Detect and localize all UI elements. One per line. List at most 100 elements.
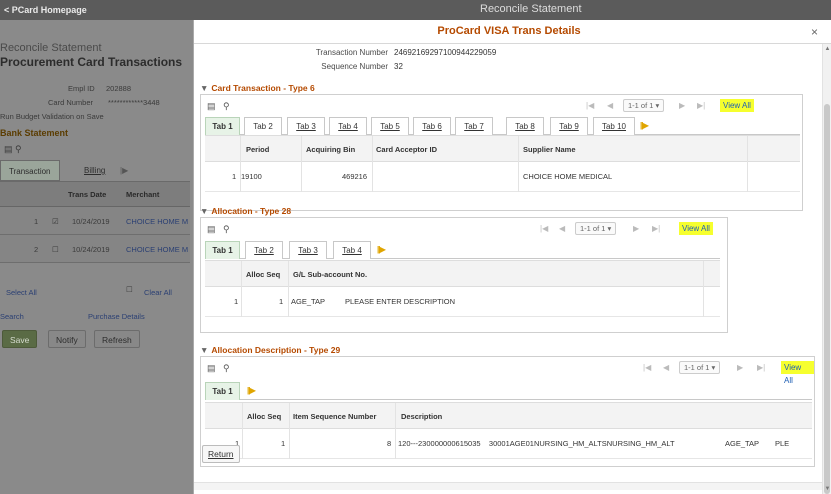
last-page-icon[interactable]: ▶| xyxy=(757,363,765,372)
purchase-details-link[interactable]: Purchase Details xyxy=(88,312,145,321)
scroll-down-icon[interactable]: ▼ xyxy=(823,486,831,492)
modal-header: ProCard VISA Trans Details × xyxy=(194,20,831,44)
first-page-icon[interactable]: |◀ xyxy=(643,363,651,372)
search-icon[interactable]: ⚲ xyxy=(223,224,230,235)
clear-all-link[interactable]: Clear All xyxy=(144,288,172,297)
row-item-seq: 8 xyxy=(387,439,392,448)
column-divider xyxy=(288,261,289,317)
search-icon[interactable]: ⚲ xyxy=(223,363,230,374)
row-subaccount: AGE_TAP xyxy=(291,297,326,306)
prev-page-icon[interactable]: ◀ xyxy=(663,363,669,372)
first-page-icon[interactable]: |◀ xyxy=(586,101,594,110)
sequence-number-label: Sequence Number xyxy=(321,62,388,71)
refresh-button[interactable]: Refresh xyxy=(94,330,140,348)
table-row: 1 1 AGE_TAP PLEASE ENTER DESCRIPTION xyxy=(205,287,720,317)
save-button[interactable]: Save xyxy=(2,330,38,348)
transaction-number-label: Transaction Number xyxy=(315,48,388,57)
background-header: < PCard Homepage Reconcile Statement xyxy=(0,0,831,20)
tab-3[interactable]: Tab 3 xyxy=(287,117,325,135)
pager-select[interactable]: 1-1 of 1 ▾ xyxy=(575,222,617,235)
tab-1[interactable]: Tab 1 xyxy=(205,241,240,259)
tab-transaction[interactable]: Transaction xyxy=(0,160,60,181)
sequence-number-value: 32 xyxy=(394,62,403,71)
collapse-triangle-icon[interactable]: ▼ xyxy=(200,206,208,216)
row-number: 2 xyxy=(34,245,39,254)
row-col-extra-1: AGE_TAP xyxy=(725,439,760,448)
search-link[interactable]: Search xyxy=(0,312,24,321)
allocation-description-tabs: Tab 1 ||▶ xyxy=(205,382,812,400)
allocation-heading[interactable]: ▼ Allocation - Type 28 xyxy=(200,206,291,216)
close-icon[interactable]: × xyxy=(811,25,818,39)
show-all-columns-icon[interactable]: ||▶ xyxy=(640,121,649,130)
collapse-triangle-icon[interactable]: ▼ xyxy=(200,83,208,93)
tab-1[interactable]: Tab 1 xyxy=(205,382,240,400)
vertical-scrollbar[interactable]: ▲ ▼ xyxy=(822,44,831,494)
view-all-link[interactable]: View All xyxy=(720,99,754,112)
empl-id-value: 202888 xyxy=(106,84,132,93)
row-alloc-seq: 1 xyxy=(279,297,284,306)
tab-3[interactable]: Tab 3 xyxy=(289,241,327,259)
view-all-link[interactable]: View All xyxy=(781,361,814,385)
row-merchant-link[interactable]: CHOICE HOME M xyxy=(126,245,188,254)
select-all-link[interactable]: Select All xyxy=(6,288,37,297)
notify-button[interactable]: Notify xyxy=(48,330,86,348)
tab-billing[interactable]: Billing xyxy=(84,160,105,181)
row-checkbox[interactable]: ☑ xyxy=(52,217,59,226)
pcard-homepage-link[interactable]: < PCard Homepage xyxy=(4,5,87,15)
next-page-icon[interactable]: ▶ xyxy=(737,363,743,372)
tab-4[interactable]: Tab 4 xyxy=(329,117,367,135)
collapse-triangle-icon[interactable]: ▼ xyxy=(200,345,208,355)
background-grid: Trans Date Merchant 1 ☑ 10/24/2019 CHOIC… xyxy=(0,182,190,263)
personalize-grid-icon[interactable]: ▤ xyxy=(207,363,216,374)
budget-validation-checkbox-label[interactable]: Run Budget Validation on Save xyxy=(0,112,104,121)
tab-8[interactable]: Tab 8 xyxy=(506,117,544,135)
tab-6[interactable]: Tab 6 xyxy=(413,117,451,135)
table-row[interactable]: 2 ☐ 10/24/2019 CHOICE HOME M xyxy=(0,235,190,263)
row-description: 120---230000000615035 30001AGE01NURSING_… xyxy=(398,439,675,448)
row-checkbox[interactable]: ☐ xyxy=(52,245,59,254)
show-all-columns-icon[interactable]: ||▶ xyxy=(377,245,386,254)
next-page-icon[interactable]: ▶ xyxy=(633,224,639,233)
scroll-up-icon[interactable]: ▲ xyxy=(823,46,831,52)
card-transaction-box: ▤ ⚲ |◀ ◀ 1-1 of 1 ▾ ▶ ▶| View All Tab 1 … xyxy=(200,94,803,211)
scroll-thumb[interactable] xyxy=(824,104,830,494)
tab-10[interactable]: Tab 10 xyxy=(593,117,635,135)
tab-2[interactable]: Tab 2 xyxy=(244,117,282,135)
show-all-columns-icon[interactable]: ||▶ xyxy=(247,386,256,395)
return-button[interactable]: Return xyxy=(202,445,240,463)
prev-page-icon[interactable]: ◀ xyxy=(559,224,565,233)
first-page-icon[interactable]: |◀ xyxy=(540,224,548,233)
table-row[interactable]: 1 ☑ 10/24/2019 CHOICE HOME M xyxy=(0,207,190,235)
personalize-grid-icon[interactable]: ▤ xyxy=(207,224,216,235)
tab-5[interactable]: Tab 5 xyxy=(371,117,409,135)
search-icon[interactable]: ⚲ xyxy=(223,101,230,112)
grid-icon[interactable]: ▤ ⚲ xyxy=(4,144,22,155)
last-page-icon[interactable]: ▶| xyxy=(697,101,705,110)
tab-9[interactable]: Tab 9 xyxy=(550,117,588,135)
pager-select[interactable]: 1-1 of 1 ▾ xyxy=(679,361,721,374)
pager-select[interactable]: 1-1 of 1 ▾ xyxy=(623,99,665,112)
prev-page-icon[interactable]: ◀ xyxy=(607,101,613,110)
column-divider xyxy=(240,136,241,192)
tab-1[interactable]: Tab 1 xyxy=(205,117,240,135)
empl-id-label: Empl ID xyxy=(68,84,95,93)
tab-4[interactable]: Tab 4 xyxy=(333,241,371,259)
row-supplier-name: CHOICE HOME MEDICAL xyxy=(523,172,613,181)
col-item-sequence-number: Item Sequence Number xyxy=(293,412,377,421)
view-all-link[interactable]: View All xyxy=(679,222,713,235)
next-page-icon[interactable]: ▶ xyxy=(679,101,685,110)
row-merchant-link[interactable]: CHOICE HOME M xyxy=(126,217,188,226)
clear-all-checkbox-icon[interactable]: ☐ xyxy=(126,285,133,294)
last-page-icon[interactable]: ▶| xyxy=(652,224,660,233)
tab-more-icon[interactable]: |▶ xyxy=(120,160,128,181)
tab-2[interactable]: Tab 2 xyxy=(245,241,283,259)
tab-7[interactable]: Tab 7 xyxy=(455,117,493,135)
allocation-description-heading[interactable]: ▼ Allocation Description - Type 29 xyxy=(200,345,340,355)
horizontal-scrollbar[interactable] xyxy=(194,482,822,490)
col-period: Period xyxy=(246,145,270,154)
column-divider xyxy=(518,136,519,192)
card-transaction-heading[interactable]: ▼ Card Transaction - Type 6 xyxy=(200,83,315,93)
row-period: 19100 xyxy=(241,172,262,181)
personalize-grid-icon[interactable]: ▤ xyxy=(207,101,216,112)
column-divider xyxy=(703,261,704,317)
